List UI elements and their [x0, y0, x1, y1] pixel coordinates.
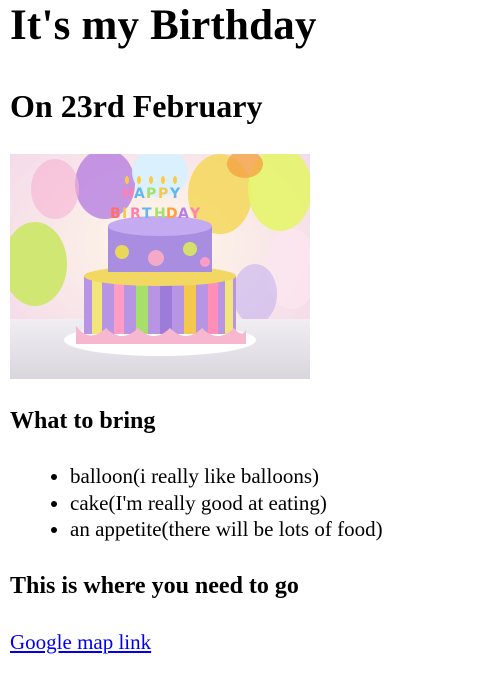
svg-text:P: P [146, 186, 156, 202]
page-title: It's my Birthday [10, 2, 317, 49]
list-item: cake(I'm really good at eating) [70, 490, 498, 517]
svg-text:Y: Y [169, 186, 181, 202]
svg-text:A: A [178, 206, 189, 222]
where-to-go-heading: This is where you need to go [10, 572, 299, 599]
svg-text:A: A [134, 186, 145, 202]
svg-text:D: D [166, 206, 178, 222]
birthday-cake-image: H A P P Y B I R T H D A Y [10, 154, 310, 379]
svg-text:H: H [154, 206, 166, 222]
svg-text:B: B [110, 206, 121, 222]
svg-text:T: T [142, 206, 152, 222]
list-item: balloon(i really like balloons) [70, 463, 498, 490]
google-map-link[interactable]: Google map link [10, 629, 151, 655]
svg-text:Y: Y [189, 206, 201, 222]
svg-text:P: P [158, 186, 168, 202]
bring-list: balloon(i really like balloons) cake(I'm… [10, 463, 498, 543]
svg-text:H: H [122, 186, 134, 202]
svg-text:R: R [130, 206, 141, 222]
list-item: an appetite(there will be lots of food) [70, 516, 498, 543]
page-subtitle: On 23rd February [10, 88, 263, 124]
page-content: It's my Birthday On 23rd February H A P … [0, 0, 498, 655]
svg-text:I: I [122, 206, 127, 222]
what-to-bring-heading: What to bring [10, 408, 156, 434]
